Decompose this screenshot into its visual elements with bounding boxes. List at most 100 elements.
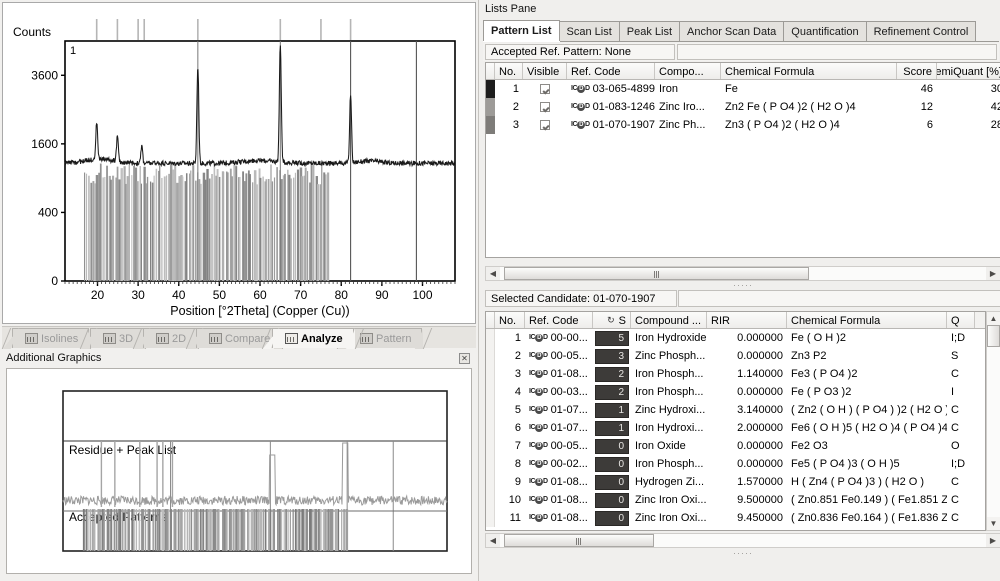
- pane-splitter[interactable]: ·····: [485, 280, 1000, 290]
- xrd-chart-panel[interactable]: Counts 1 0 400 1600 3600 20 30 40 50 60 70 80 90 100 Po…: [2, 2, 476, 324]
- table-row[interactable]: 2 IC D D 00-05... 3 Zinc Phosph... 0.000000 Zn3 …: [486, 347, 985, 365]
- candidate-col-header[interactable]: RIR: [707, 312, 787, 328]
- pattern-col-header[interactable]: Visible: [523, 63, 567, 79]
- cell-ref-code[interactable]: IC D D 00-05...: [525, 437, 593, 455]
- scroll-left-arrow-icon[interactable]: ◀: [486, 534, 500, 547]
- cell-ref-code[interactable]: IC D D 01-08...: [525, 473, 593, 491]
- scroll-left-arrow-icon[interactable]: ◀: [486, 267, 500, 280]
- cell-visible[interactable]: [523, 80, 567, 98]
- accepted-stick: [92, 509, 94, 551]
- pattern-list-header[interactable]: No. Visible Ref. Code Compo... Chemical Form…: [486, 63, 1000, 80]
- table-row[interactable]: 4 IC D D 00-03... 2 Iron Phosph... 0.000000 Fe (…: [486, 383, 985, 401]
- cell-visible[interactable]: [523, 116, 567, 134]
- accepted-stick: [289, 509, 291, 551]
- chart-view-tabbar[interactable]: Isolines 3D 2D Compare Analyze Pattern: [2, 326, 476, 348]
- cell-ref-code[interactable]: IC D D 01-070-1907: [567, 116, 655, 134]
- cell-ref-code[interactable]: IC D D 01-07...: [525, 419, 593, 437]
- table-row[interactable]: 2 IC D D 01-083-1246 Zinc Iro... Zn2 Fe ( P O4…: [486, 98, 1000, 116]
- candidate-list-header[interactable]: No. Ref. Code ↻ S Compound ... RIR Chemical Fo…: [486, 312, 985, 329]
- pattern-col-header[interactable]: No.: [495, 63, 523, 79]
- cell-ref-code[interactable]: IC D D 00-05...: [525, 347, 593, 365]
- cell-chemical-formula: H ( Zn4 ( P O4 )3 ) ( H2 O ): [791, 476, 925, 488]
- candidate-col-header[interactable]: Q: [947, 312, 975, 328]
- table-row[interactable]: 7 IC D D 00-05... 0 Iron Oxide 0.000000 Fe2 O3 O: [486, 437, 985, 455]
- visible-checkbox[interactable]: [540, 120, 550, 130]
- candidate-col-header[interactable]: Chemical Formula: [787, 312, 947, 328]
- pattern-col-header[interactable]: Compo...: [655, 63, 721, 79]
- vscroll-thumb[interactable]: [987, 325, 1000, 347]
- tab-anchor-scan-data[interactable]: Anchor Scan Data: [679, 21, 785, 41]
- candidate-col-header[interactable]: ↻ S: [593, 312, 631, 328]
- visible-checkbox[interactable]: [540, 84, 550, 94]
- cell-compound: Zinc Ph...: [659, 119, 706, 131]
- accepted-stick: [238, 509, 240, 551]
- table-row[interactable]: 1ICDD03-065-4899IronFe46301.0: [486, 80, 1000, 98]
- scroll-down-arrow-icon[interactable]: ▼: [987, 517, 1000, 530]
- accepted-ref-pattern-field[interactable]: Accepted Ref. Pattern: None: [485, 44, 675, 60]
- cell-visible[interactable]: [523, 98, 567, 116]
- candidate-list-hscrollbar[interactable]: ◀ ▶: [485, 533, 1000, 548]
- hscroll-track[interactable]: [500, 534, 986, 547]
- accepted-stick: [110, 509, 113, 551]
- accepted-stick: [142, 509, 145, 551]
- table-row[interactable]: 6 IC D D 01-07... 1 Iron Hydroxi... 2.000000 Fe6…: [486, 419, 985, 437]
- table-row[interactable]: 5 IC D D 01-07... 1 Zinc Hydroxi... 3.140000( Z…: [486, 401, 985, 419]
- table-row[interactable]: 3 IC D D 01-08... 2 Iron Phosph... 1.140000 Fe3 …: [486, 365, 985, 383]
- accepted-stick: [89, 509, 92, 551]
- chart-tab-isolines[interactable]: Isolines: [12, 328, 90, 348]
- bottom-splitter[interactable]: ·····: [485, 548, 1000, 558]
- cell-rir: 9.450000: [737, 512, 783, 524]
- candidate-list-body[interactable]: 1 IC D D 00-00... 5 Iron Hydroxide 0.000000 Fe (…: [486, 329, 985, 527]
- pattern-list-table[interactable]: No. Visible Ref. Code Compo... Chemical Form…: [485, 62, 1000, 258]
- candidate-col-header[interactable]: Compound ...: [631, 312, 707, 328]
- candidate-col-header[interactable]: Ref. Code: [525, 312, 593, 328]
- selected-candidate-field[interactable]: Selected Candidate: 01-070-1907: [485, 290, 677, 307]
- candidate-list-vscrollbar[interactable]: ▲ ▼: [986, 311, 1000, 531]
- close-icon[interactable]: ✕: [459, 353, 470, 364]
- visible-checkbox[interactable]: [540, 102, 550, 112]
- sort-score-icon[interactable]: ↻: [607, 315, 615, 326]
- scroll-right-arrow-icon[interactable]: ▶: [986, 267, 1000, 280]
- xrd-chart-canvas[interactable]: Counts 1 0 400 1600 3600 20 30 40 50 60 70 80 90 100 Po…: [3, 3, 475, 323]
- tab-scan-list[interactable]: Scan List: [558, 21, 620, 41]
- hscroll-track[interactable]: [500, 267, 986, 280]
- additional-graphics-body[interactable]: Residue + Peak List Accepted Patterns: [6, 368, 472, 574]
- vscroll-track[interactable]: [987, 325, 1000, 517]
- tab-quantification[interactable]: Quantification: [783, 21, 867, 41]
- tab-pattern-list[interactable]: Pattern List: [483, 20, 560, 41]
- scroll-right-arrow-icon[interactable]: ▶: [986, 534, 1000, 547]
- candidate-col-header[interactable]: No.: [495, 312, 525, 328]
- reference-stick: [321, 163, 323, 281]
- cell-ref-code[interactable]: IC D D 00-02...: [525, 455, 593, 473]
- cell-ref-code[interactable]: IC D D 03-065-4899: [567, 80, 655, 98]
- cell-ref-code[interactable]: IC D D 01-08...: [525, 365, 593, 383]
- accepted-stick: [207, 509, 209, 551]
- table-row[interactable]: 3 IC D D 01-070-1907 Zinc Ph... Zn3 ( P O4 )2 …: [486, 116, 1000, 134]
- pattern-col-header[interactable]: Chemical Formula: [721, 63, 897, 79]
- table-row[interactable]: 10 IC D D 01-08... 0 Zinc Iron Oxi... 9.500000(…: [486, 491, 985, 509]
- cell-ref-code[interactable]: IC D D 00-00...: [525, 329, 593, 347]
- reference-stick: [304, 167, 307, 281]
- cell-ref-code[interactable]: IC D D 01-08...: [525, 491, 593, 509]
- pattern-col-header[interactable]: Ref. Code: [567, 63, 655, 79]
- table-row[interactable]: 11 IC D D 01-08... 0 Zinc Iron Oxi... 9.450000(…: [486, 509, 985, 527]
- scroll-up-arrow-icon[interactable]: ▲: [987, 312, 1000, 325]
- table-row[interactable]: 9 IC D D 01-08... 0 Hydrogen Zi... 1.570000 H ( …: [486, 473, 985, 491]
- cell-ref-code[interactable]: IC D D 01-07...: [525, 401, 593, 419]
- chart-tab-analyze[interactable]: Analyze: [272, 328, 354, 348]
- pattern-col-header[interactable]: SemiQuant [%]: [937, 63, 1000, 79]
- table-row[interactable]: 8 IC D D 00-02... 0 Iron Phosph... 0.000000 Fe5 …: [486, 455, 985, 473]
- cell-ref-code[interactable]: IC D D 01-08...: [525, 509, 593, 527]
- table-row[interactable]: 1 IC D D 00-00... 5 Iron Hydroxide 0.000000 Fe (…: [486, 329, 985, 347]
- lists-pane-tabbar[interactable]: Pattern List Scan List Peak List Anchor …: [483, 20, 999, 42]
- hscroll-thumb[interactable]: [504, 534, 654, 547]
- cell-ref-code[interactable]: IC D D 00-03...: [525, 383, 593, 401]
- candidate-list-table[interactable]: No. Ref. Code ↻ S Compound ... RIR Chemical Fo…: [485, 311, 986, 531]
- tab-refinement-control[interactable]: Refinement Control: [865, 21, 977, 41]
- pattern-list-body[interactable]: 1ICDD03-065-4899IronFe46301.02ICDD01-083…: [486, 80, 1000, 134]
- cell-ref-code[interactable]: IC D D 01-083-1246: [567, 98, 655, 116]
- pattern-col-header[interactable]: Score: [897, 63, 937, 79]
- peak-marker-ticks: [95, 19, 352, 40]
- tab-peak-list[interactable]: Peak List: [618, 21, 681, 41]
- hscroll-thumb[interactable]: [504, 267, 809, 280]
